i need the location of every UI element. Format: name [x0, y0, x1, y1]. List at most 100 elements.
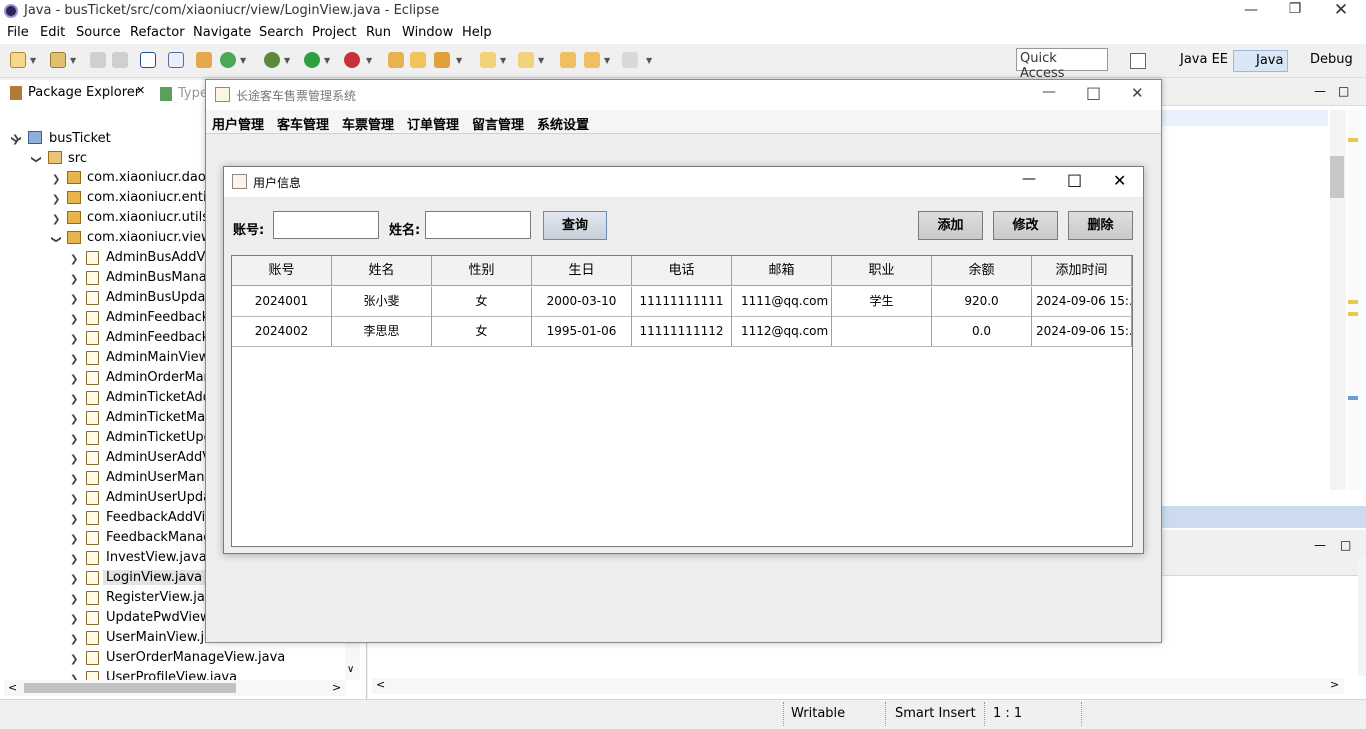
table-cell[interactable]: 920.0 — [932, 287, 1032, 317]
close-tab-icon[interactable]: ✕ — [136, 84, 145, 97]
quick-access-input[interactable]: Quick Access — [1016, 48, 1108, 81]
minimize-console-icon[interactable]: — — [1314, 538, 1326, 552]
add-button[interactable]: 添加 — [918, 211, 983, 240]
menu-help[interactable]: Help — [462, 25, 492, 40]
edit-button[interactable]: 修改 — [993, 211, 1058, 240]
menu-bus-management[interactable]: 客车管理 — [277, 114, 329, 133]
tree-project[interactable]: busTicket — [49, 131, 111, 146]
tree-file[interactable]: AdminTicketUpda — [106, 430, 220, 445]
table-cell[interactable]: 2024002 — [232, 317, 332, 347]
column-header[interactable]: 邮箱 — [732, 256, 832, 286]
perspective-java[interactable]: Java — [1233, 50, 1289, 72]
main-maximize-button[interactable]: □ — [1086, 83, 1101, 102]
search-tool-icon[interactable] — [434, 52, 450, 68]
close-button[interactable]: ✕ — [1326, 0, 1356, 20]
tree-file[interactable]: RegisterView.java — [106, 590, 221, 605]
account-input[interactable] — [273, 211, 379, 239]
main-minimize-button[interactable]: — — [1042, 84, 1056, 100]
table-cell[interactable]: 11111111112 — [632, 317, 732, 347]
open-folder-icon[interactable] — [410, 52, 426, 68]
debug-icon[interactable] — [264, 52, 280, 68]
type-hierarchy-icon[interactable] — [160, 87, 172, 101]
perspective-java-ee[interactable]: Java EE — [1176, 50, 1232, 72]
tree-file[interactable]: FeedbackManage — [106, 530, 220, 545]
tree-file[interactable]: UpdatePwdView.j — [106, 610, 217, 625]
menu-edit[interactable]: Edit — [40, 25, 65, 40]
back-icon[interactable] — [584, 52, 600, 68]
column-header[interactable]: 余额 — [932, 256, 1032, 286]
table-cell[interactable]: 女 — [432, 287, 532, 317]
table-cell[interactable] — [832, 317, 932, 347]
open-perspective-icon[interactable] — [1130, 53, 1146, 69]
column-header[interactable]: 账号 — [232, 256, 332, 286]
tree-src[interactable]: src — [68, 151, 87, 166]
table-cell[interactable]: 李思思 — [332, 317, 432, 347]
tree-file[interactable]: AdminMainView.j — [106, 350, 216, 365]
open-project-icon[interactable] — [388, 52, 404, 68]
name-input[interactable] — [425, 211, 531, 239]
table-cell[interactable]: 2000-03-10 — [532, 287, 632, 317]
delete-button[interactable]: 删除 — [1068, 211, 1133, 240]
dialog-close-button[interactable]: ✕ — [1113, 171, 1126, 190]
tree-file[interactable]: AdminUserAddVi — [106, 450, 214, 465]
main-close-button[interactable]: ✕ — [1131, 84, 1144, 102]
explorer-scrollbar-horizontal[interactable]: < > — [4, 680, 346, 696]
open-type-icon[interactable] — [196, 52, 212, 68]
column-header[interactable]: 姓名 — [332, 256, 432, 286]
menu-window[interactable]: Window — [402, 25, 453, 40]
new-icon[interactable] — [10, 52, 26, 68]
tree-file[interactable]: UserOrderManageView.java — [106, 650, 285, 665]
tree-package[interactable]: com.xiaoniucr.dao — [87, 170, 206, 185]
last-edit-icon[interactable] — [560, 52, 576, 68]
table-cell[interactable]: 1112@qq.com — [732, 317, 832, 347]
table-cell[interactable]: 张小斐 — [332, 287, 432, 317]
menu-run[interactable]: Run — [366, 25, 391, 40]
tree-file[interactable]: LoginView.java — [103, 570, 206, 585]
table-cell[interactable]: 2024-09-06 15:... — [1032, 317, 1132, 347]
tree-file[interactable]: InvestView.java — [106, 550, 207, 565]
menu-message-management[interactable]: 留言管理 — [472, 114, 524, 133]
minimize-editor-icon[interactable]: — — [1314, 84, 1326, 98]
restore-button[interactable]: ❐ — [1280, 1, 1310, 17]
run-icon[interactable] — [304, 52, 320, 68]
forward-icon[interactable] — [622, 52, 638, 68]
menu-order-management[interactable]: 订单管理 — [407, 114, 459, 133]
tree-package[interactable]: com.xiaoniucr.entity — [87, 190, 219, 205]
prev-annotation-icon[interactable] — [518, 52, 534, 68]
table-cell[interactable]: 1995-01-06 — [532, 317, 632, 347]
table-cell[interactable]: 女 — [432, 317, 532, 347]
column-header[interactable]: 添加时间 — [1032, 256, 1132, 286]
tree-package[interactable]: com.xiaoniucr.view — [87, 230, 212, 245]
table-cell[interactable]: 2024-09-06 15:... — [1032, 287, 1132, 317]
perspective-debug[interactable]: Debug — [1306, 50, 1357, 72]
menu-refactor[interactable]: Refactor — [130, 25, 185, 40]
minimize-button[interactable]: — — [1236, 2, 1266, 18]
menu-system-settings[interactable]: 系统设置 — [537, 114, 589, 133]
console-icon[interactable] — [140, 52, 156, 68]
editor-scrollbar[interactable] — [1330, 110, 1346, 490]
save-all-icon[interactable] — [112, 52, 128, 68]
run-external-icon[interactable] — [344, 52, 360, 68]
table-cell[interactable]: 11111111111 — [632, 287, 732, 317]
menu-project[interactable]: Project — [312, 25, 356, 40]
save-icon[interactable] — [90, 52, 106, 68]
table-cell[interactable]: 学生 — [832, 287, 932, 317]
tree-file[interactable]: AdminOrderMana — [106, 370, 220, 385]
column-header[interactable]: 生日 — [532, 256, 632, 286]
tree-file[interactable]: AdminBusAddVie — [106, 250, 217, 265]
maximize-editor-icon[interactable]: □ — [1338, 84, 1349, 98]
skip-breakpoints-icon[interactable] — [168, 52, 184, 68]
new-package-icon[interactable] — [50, 52, 66, 68]
next-annotation-icon[interactable] — [480, 52, 496, 68]
table-cell[interactable]: 2024001 — [232, 287, 332, 317]
menu-source[interactable]: Source — [76, 25, 121, 40]
column-header[interactable]: 性别 — [432, 256, 532, 286]
table-cell[interactable]: 1111@qq.com — [732, 287, 832, 317]
column-header[interactable]: 职业 — [832, 256, 932, 286]
tree-package[interactable]: com.xiaoniucr.utils — [87, 210, 209, 225]
tree-file[interactable]: AdminBusManag — [106, 270, 215, 285]
maximize-console-icon[interactable]: □ — [1340, 538, 1351, 552]
tree-file[interactable]: AdminFeedbackR — [106, 330, 218, 345]
dialog-maximize-button[interactable]: □ — [1067, 170, 1082, 189]
query-button[interactable]: 查询 — [543, 211, 607, 240]
